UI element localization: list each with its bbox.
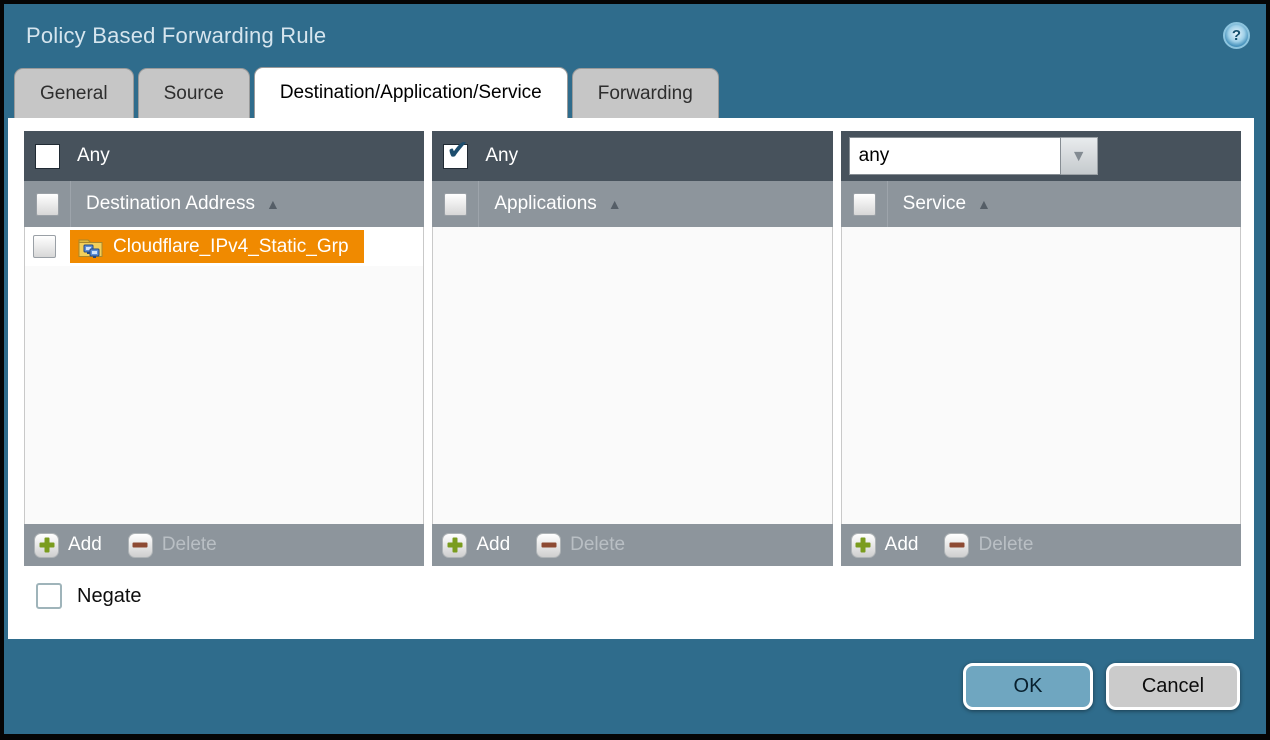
service-header-label: Service: [903, 193, 966, 215]
service-footer: Add Delete: [841, 524, 1241, 566]
dialog-footer: OK Cancel: [4, 639, 1266, 734]
delete-icon: [128, 533, 153, 558]
cancel-button[interactable]: Cancel: [1106, 663, 1240, 710]
negate-row: Negate: [24, 583, 1241, 609]
add-icon: [851, 533, 876, 558]
header-divider: [887, 181, 888, 227]
applications-any-row: Any: [432, 131, 832, 181]
delete-button-label: Delete: [162, 534, 217, 556]
dialog-title: Policy Based Forwarding Rule: [26, 23, 326, 49]
destination-delete-button[interactable]: Delete: [128, 533, 217, 558]
applications-panel: Any Applications Add Delete: [432, 131, 832, 566]
delete-icon: [944, 533, 969, 558]
applications-any-checkbox[interactable]: [443, 144, 468, 169]
destination-footer: Add Delete: [24, 524, 424, 566]
service-select-all-checkbox[interactable]: [853, 193, 876, 216]
tab-source[interactable]: Source: [138, 68, 250, 118]
chevron-down-icon: [1071, 145, 1087, 167]
panel-columns: Any Destination Address: [24, 131, 1241, 566]
add-icon: [442, 533, 467, 558]
destination-list: Cloudflare_IPv4_Static_Grp: [24, 227, 424, 524]
titlebar: Policy Based Forwarding Rule: [4, 4, 1266, 67]
add-button-label: Add: [68, 534, 102, 556]
service-delete-button[interactable]: Delete: [944, 533, 1033, 558]
tab-destination-application-service[interactable]: Destination/Application/Service: [254, 67, 568, 118]
header-divider: [478, 181, 479, 227]
destination-header-label: Destination Address: [86, 193, 255, 215]
service-any-row: any: [841, 131, 1241, 181]
service-combobox-input[interactable]: any: [849, 137, 1061, 175]
destination-address-panel: Any Destination Address: [24, 131, 424, 566]
header-divider: [70, 181, 71, 227]
destination-list-item[interactable]: Cloudflare_IPv4_Static_Grp: [25, 227, 423, 266]
negate-label: Negate: [77, 585, 142, 608]
add-icon: [34, 533, 59, 558]
tab-bar: General Source Destination/Application/S…: [4, 67, 1266, 118]
applications-select-all-checkbox[interactable]: [444, 193, 467, 216]
address-group-icon: [77, 235, 104, 259]
destination-row-label: Cloudflare_IPv4_Static_Grp: [113, 236, 349, 258]
tab-general[interactable]: General: [14, 68, 134, 118]
negate-checkbox[interactable]: [36, 583, 62, 609]
tab-forwarding[interactable]: Forwarding: [572, 68, 719, 118]
applications-header-label: Applications: [494, 193, 596, 215]
ok-button[interactable]: OK: [963, 663, 1093, 710]
delete-button-label: Delete: [570, 534, 625, 556]
destination-select-all-checkbox[interactable]: [36, 193, 59, 216]
service-column-header[interactable]: Service: [841, 181, 1241, 227]
sort-ascending-icon[interactable]: [608, 193, 622, 215]
tab-content: Any Destination Address: [8, 118, 1254, 639]
service-combobox: any: [849, 137, 1098, 175]
sort-ascending-icon[interactable]: [977, 193, 991, 215]
destination-column-header[interactable]: Destination Address: [24, 181, 424, 227]
applications-footer: Add Delete: [432, 524, 832, 566]
applications-delete-button[interactable]: Delete: [536, 533, 625, 558]
delete-button-label: Delete: [978, 534, 1033, 556]
help-icon[interactable]: [1223, 22, 1250, 49]
destination-any-label: Any: [77, 145, 110, 167]
applications-add-button[interactable]: Add: [442, 533, 510, 558]
service-add-button[interactable]: Add: [851, 533, 919, 558]
destination-any-checkbox[interactable]: [35, 144, 60, 169]
destination-add-button[interactable]: Add: [34, 533, 102, 558]
service-list: [841, 227, 1241, 524]
destination-any-row: Any: [24, 131, 424, 181]
service-combobox-button[interactable]: [1061, 137, 1098, 175]
add-button-label: Add: [476, 534, 510, 556]
policy-based-forwarding-dialog: Policy Based Forwarding Rule General Sou…: [0, 0, 1270, 740]
destination-row-selection[interactable]: Cloudflare_IPv4_Static_Grp: [70, 230, 364, 263]
applications-any-label: Any: [485, 145, 518, 167]
applications-column-header[interactable]: Applications: [432, 181, 832, 227]
applications-list: [432, 227, 832, 524]
service-panel: any Service Add: [841, 131, 1241, 566]
add-button-label: Add: [885, 534, 919, 556]
destination-row-checkbox[interactable]: [33, 235, 56, 258]
sort-ascending-icon[interactable]: [266, 193, 280, 215]
delete-icon: [536, 533, 561, 558]
